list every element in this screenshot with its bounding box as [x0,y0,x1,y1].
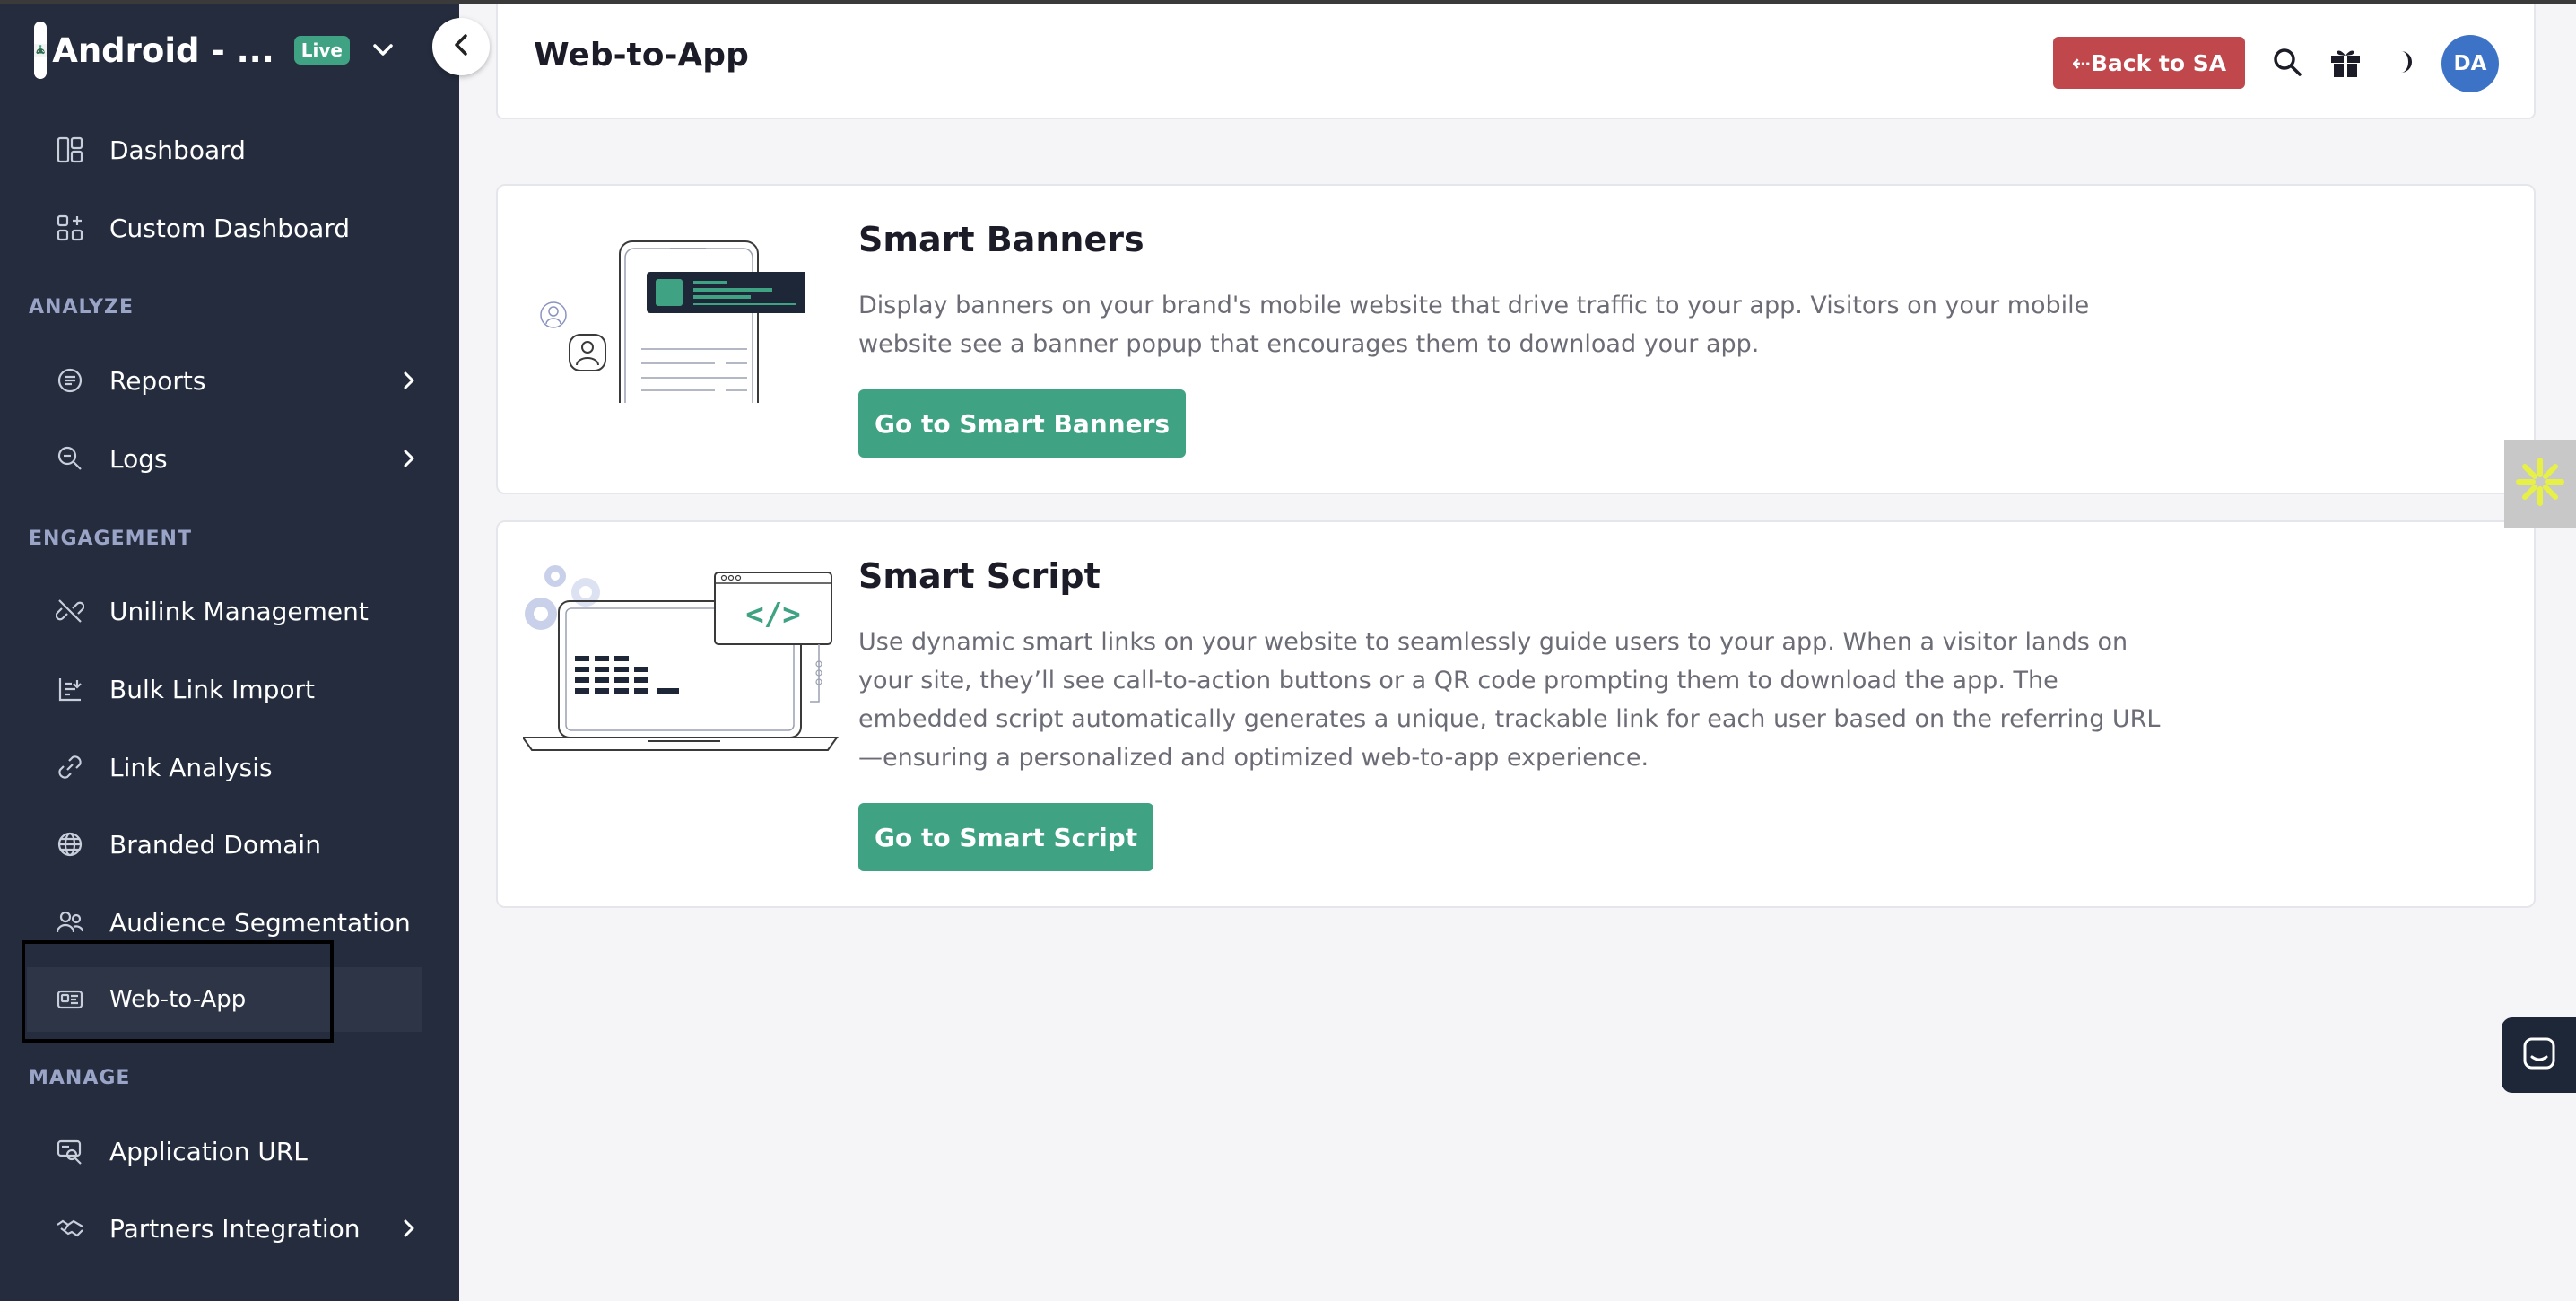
sidebar-item-label: Audience Segmentation [109,907,411,938]
chat-support-button[interactable] [2502,1017,2576,1093]
search-icon[interactable] [2269,44,2305,80]
handshake-icon [54,1212,86,1244]
sidebar-item-label: Unilink Management [109,596,369,626]
sidebar-item-unilink-management[interactable]: Unilink Management [27,579,422,643]
sidebar-item-reports[interactable]: Reports [27,348,422,413]
globe-icon [54,828,86,860]
smart-script-illustration: </> [521,558,839,755]
sidebar-item-logs[interactable]: Logs [27,426,422,491]
smart-script-card: </> Smart Script Use dynamic smart links… [496,520,2536,908]
sidebar-item-label: Branded Domain [109,829,321,860]
bulk-import-icon [54,673,86,705]
sparkle-icon [2515,457,2565,511]
card-title: Smart Script [858,556,1101,596]
custom-dashboard-icon [54,212,86,244]
collapse-sidebar-button[interactable] [432,18,490,75]
chevron-down-icon[interactable] [373,38,393,63]
app-logo [34,22,48,79]
sidebar-item-dashboard[interactable]: Dashboard [27,118,422,182]
reports-icon [54,364,86,397]
sidebar-item-label: Logs [109,443,168,474]
sidebar: Android - ... Live Dashboard Custom Dash… [0,0,459,1301]
dark-mode-moon-icon[interactable] [2386,44,2422,80]
section-title-manage: MANAGE [29,1067,131,1089]
section-title-engagement: ENGAGEMENT [29,528,192,550]
sidebar-item-label: Custom Dashboard [109,213,351,243]
code-tag-label: </> [745,597,800,633]
chevron-right-icon [396,368,422,393]
unilink-icon [54,595,86,627]
sidebar-item-label: Bulk Link Import [109,674,316,704]
sidebar-item-branded-domain[interactable]: Branded Domain [27,812,422,877]
audience-icon [54,906,86,939]
app-name: Android - ... [52,31,274,70]
page-title: Web-to-App [534,37,749,74]
top-strip [0,0,2576,4]
chevron-left-icon [453,33,469,60]
chat-icon [2521,1035,2557,1075]
smart-banners-card: Smart Banners Display banners on your br… [496,184,2536,494]
gift-icon[interactable] [2328,44,2363,80]
card-title: Smart Banners [858,220,1144,259]
smart-banners-illustration [535,238,814,406]
chevron-right-icon [396,1216,422,1241]
sidebar-item-label: Application URL [109,1136,308,1166]
section-title-analyze: ANALYZE [29,296,134,319]
focus-highlight [22,940,334,1043]
live-status-badge: Live [293,36,350,65]
link-icon [54,751,86,783]
feedback-widget[interactable] [2504,440,2576,528]
sidebar-item-custom-dashboard[interactable]: Custom Dashboard [27,196,422,260]
logs-icon [54,442,86,475]
sidebar-item-link-analysis[interactable]: Link Analysis [27,735,422,799]
sidebar-item-label: Link Analysis [109,752,273,782]
go-to-smart-script-button[interactable]: Go to Smart Script [858,803,1154,871]
chevron-right-icon [396,446,422,471]
dashboard-icon [54,134,86,166]
sidebar-item-label: Partners Integration [109,1213,361,1244]
card-description: Display banners on your brand's mobile w… [858,292,2090,358]
sidebar-item-label: Reports [109,365,206,396]
sidebar-item-partners-integration[interactable]: Partners Integration [27,1196,422,1261]
page-header: Web-to-App ⇠Back to SA DA [496,4,2536,119]
card-description: Use dynamic smart links on your website … [858,628,2161,772]
go-to-smart-banners-button[interactable]: Go to Smart Banners [858,389,1187,458]
back-to-sa-button[interactable]: ⇠Back to SA [2053,37,2245,89]
sidebar-item-application-url[interactable]: Application URL [27,1119,422,1183]
app-selector[interactable]: Android - ... Live [34,22,393,79]
sidebar-item-bulk-link-import[interactable]: Bulk Link Import [27,657,422,721]
user-avatar[interactable]: DA [2441,35,2499,92]
application-url-icon [54,1135,86,1167]
sidebar-item-label: Dashboard [109,135,246,165]
